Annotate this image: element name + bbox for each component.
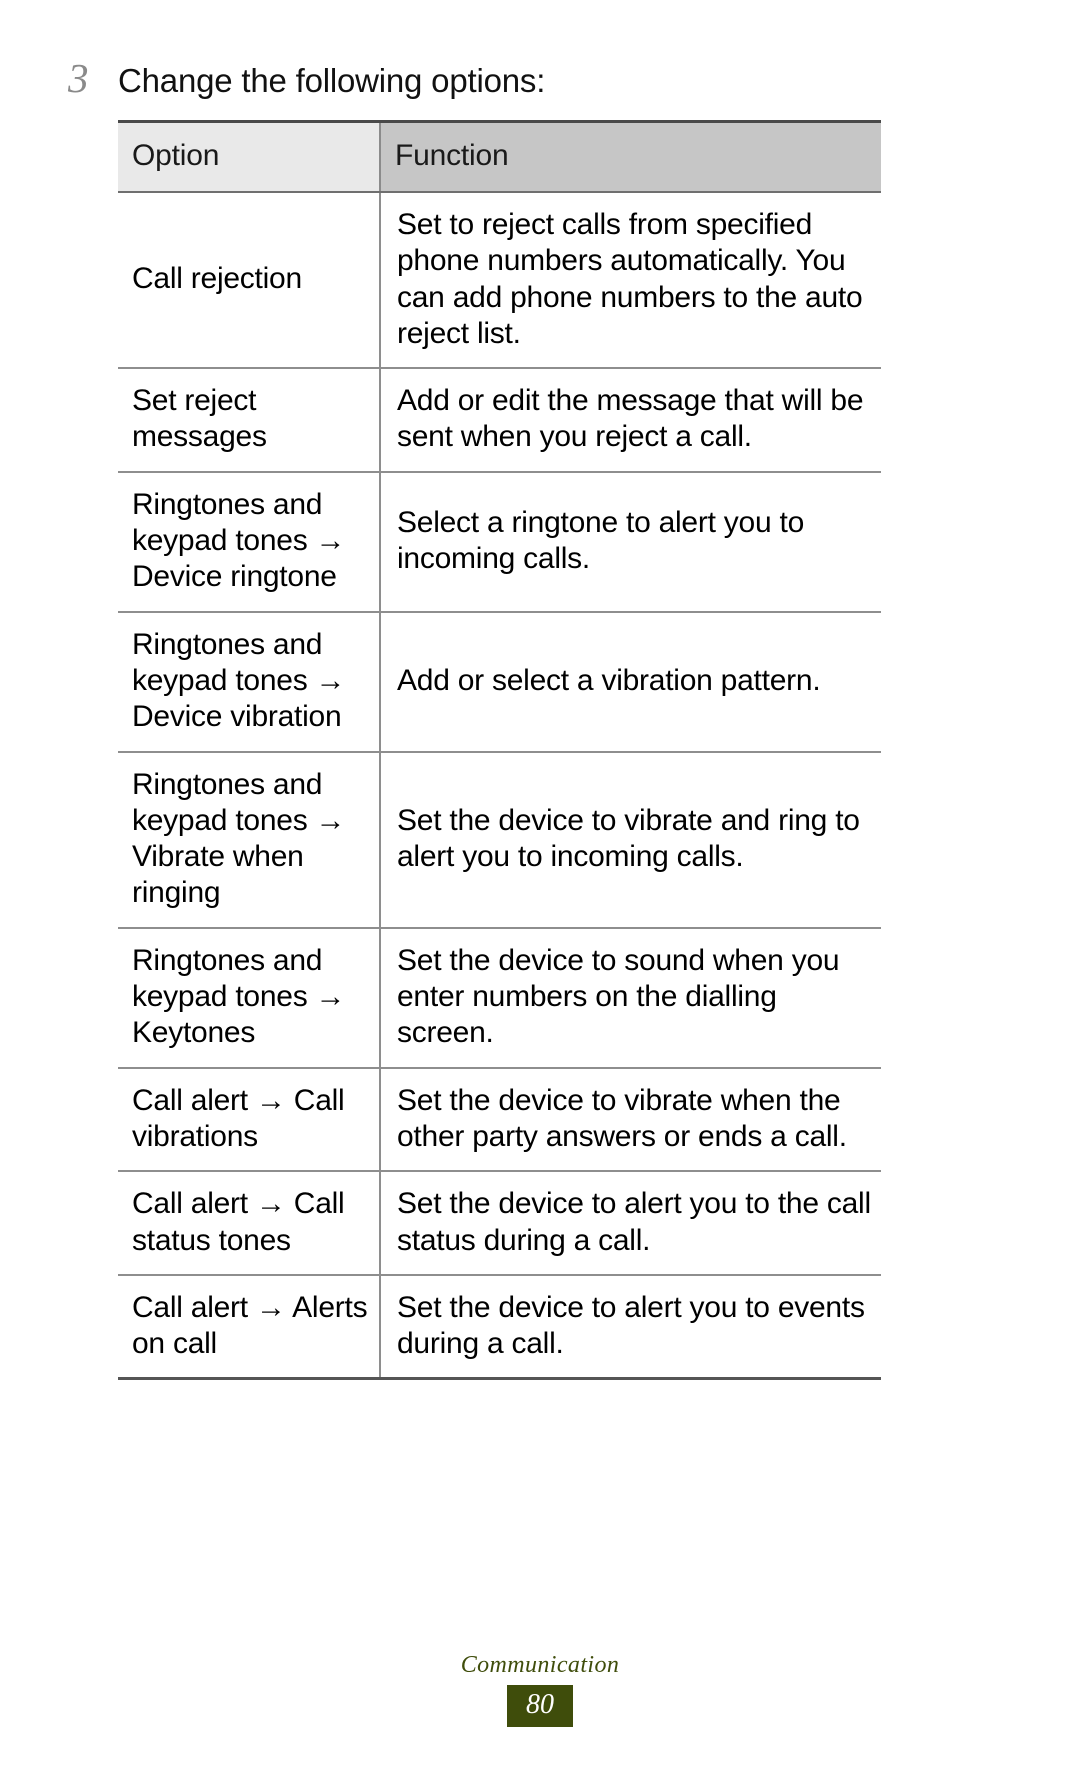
table-row: Call alert → Alerts on call Set the devic…	[118, 1274, 881, 1381]
cell-option: Ringtones and keypad tones → Device vibr…	[118, 611, 381, 753]
table-row: Ringtones and keypad tones → Keytones Set…	[118, 927, 881, 1069]
column-header-function: Function	[380, 120, 881, 193]
cell-option: Ringtones and keypad tones → Device ring…	[118, 471, 381, 613]
cell-option: Call rejection	[118, 192, 381, 370]
cell-function: Add or edit the message that will be sen…	[380, 368, 881, 473]
table-row: Ringtones and keypad tones → Device ring…	[118, 471, 881, 613]
cell-function: Select a ringtone to alert you to incomi…	[380, 471, 881, 613]
step-instruction: 3 Change the following options:	[68, 58, 928, 99]
table-header: Option Function	[118, 120, 881, 193]
table-row: Ringtones and keypad tones → Vibrate whe…	[118, 751, 881, 929]
cell-option: Ringtones and keypad tones → Keytones	[118, 927, 381, 1069]
cell-function: Set the device to sound when you enter n…	[380, 927, 881, 1069]
table-row: Set reject messages Add or edit the messa…	[118, 368, 881, 473]
step-instruction-text: Change the following options:	[118, 62, 546, 99]
cell-function: Set to reject calls from specified phone…	[380, 192, 881, 370]
footer-section-label: Communication	[460, 1652, 620, 1678]
table-row: Call rejection Set to reject calls from s…	[118, 192, 881, 370]
cell-option: Set reject messages	[118, 368, 381, 473]
table-row: Call alert → Call status tones Set the de…	[118, 1171, 881, 1276]
table-row: Ringtones and keypad tones → Device vibr…	[118, 611, 881, 753]
table-row: Call alert → Call vibrations Set the devi…	[118, 1067, 881, 1173]
table-header-row: Option Function	[118, 120, 881, 193]
page-number-badge: 80	[507, 1685, 573, 1728]
cell-function: Set the device to vibrate and ring to al…	[380, 751, 881, 929]
options-table: Option Function Call rejection Set to rej…	[118, 120, 881, 1381]
cell-option: Ringtones and keypad tones → Vibrate whe…	[118, 751, 381, 929]
cell-option: Call alert → Alerts on call	[118, 1274, 381, 1381]
cell-function: Set the device to vibrate when the other…	[380, 1067, 881, 1173]
cell-function: Set the device to alert you to the call …	[380, 1171, 881, 1276]
page-footer: Communication 80	[0, 1652, 1080, 1728]
cell-option: Call alert → Call status tones	[118, 1171, 381, 1276]
cell-function: Add or select a vibration pattern.	[380, 611, 881, 753]
step-number: 3	[68, 55, 89, 101]
cell-function: Set the device to alert you to events du…	[380, 1274, 881, 1381]
table-body: Call rejection Set to reject calls from s…	[118, 192, 881, 1381]
document-page: 3 Change the following options: Option F…	[0, 0, 1080, 1771]
column-header-option: Option	[118, 120, 381, 193]
cell-option: Call alert → Call vibrations	[118, 1067, 381, 1173]
